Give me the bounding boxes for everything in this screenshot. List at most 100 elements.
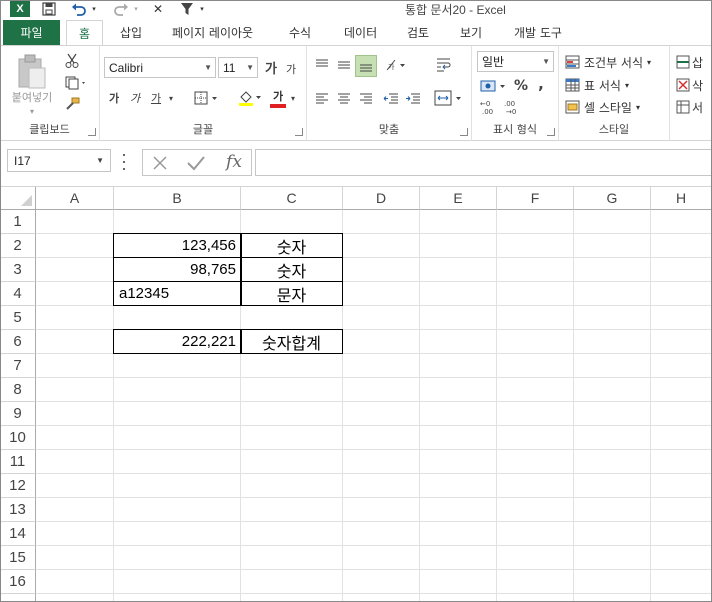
- filter-icon[interactable]: [178, 1, 196, 17]
- undo-icon[interactable]: [68, 1, 90, 17]
- insert-cells-button[interactable]: 삽: [676, 52, 712, 72]
- bold-button[interactable]: 가: [106, 88, 122, 108]
- format-as-table-button[interactable]: 표 서식 ▾: [565, 75, 665, 95]
- comma-style-button[interactable]: ,: [534, 74, 548, 94]
- font-color-dropdown-icon[interactable]: ▾: [288, 90, 298, 106]
- row-header-3[interactable]: 3: [0, 258, 36, 282]
- number-format-combo[interactable]: 일반 ▼: [477, 51, 554, 72]
- format-cells-button[interactable]: 서: [676, 97, 712, 117]
- underline-button[interactable]: 가: [148, 88, 164, 108]
- cell-b4[interactable]: a12345: [113, 281, 242, 306]
- row-header-14[interactable]: 14: [0, 522, 36, 546]
- clipboard-launcher-icon[interactable]: [88, 128, 96, 136]
- row-header-8[interactable]: 8: [0, 378, 36, 402]
- column-header-g[interactable]: G: [574, 187, 651, 210]
- cell-styles-button[interactable]: 셀 스타일 ▾: [565, 97, 665, 117]
- delete-cells-button[interactable]: 삭: [676, 75, 712, 95]
- number-launcher-icon[interactable]: [547, 128, 555, 136]
- align-bottom-icon[interactable]: [355, 55, 377, 77]
- tab-data[interactable]: 데이터: [344, 20, 377, 45]
- column-header-f[interactable]: F: [497, 187, 574, 210]
- borders-icon[interactable]: [192, 88, 222, 108]
- conditional-formatting-button[interactable]: 조건부 서식 ▾: [565, 52, 665, 72]
- row-header-11[interactable]: 11: [0, 450, 36, 474]
- row-header-10[interactable]: 10: [0, 426, 36, 450]
- column-header-h[interactable]: H: [651, 187, 712, 210]
- font-name-combo[interactable]: Calibri ▼: [104, 57, 216, 78]
- column-header-a[interactable]: A: [36, 187, 114, 210]
- redo-dropdown-icon[interactable]: ▾: [132, 1, 140, 17]
- enter-icon[interactable]: [186, 154, 208, 172]
- font-color-button[interactable]: 가: [270, 86, 286, 106]
- italic-button[interactable]: 가: [127, 88, 143, 108]
- tab-review[interactable]: 검토: [407, 20, 429, 45]
- tab-page-layout[interactable]: 페이지 레이아웃: [172, 20, 253, 45]
- paste-icon[interactable]: [14, 52, 50, 92]
- cell-b6[interactable]: 222,221: [113, 329, 242, 354]
- copy-icon[interactable]: [62, 74, 90, 92]
- column-header-b[interactable]: B: [114, 187, 241, 210]
- cell-b3[interactable]: 98,765: [113, 257, 242, 282]
- paste-button[interactable]: 붙여넣기: [4, 90, 60, 104]
- currency-format-icon[interactable]: [478, 76, 510, 96]
- tab-view[interactable]: 보기: [460, 20, 482, 45]
- increase-decimal-icon[interactable]: ←0.00: [478, 98, 500, 116]
- cell-c3[interactable]: 숫자: [240, 257, 343, 282]
- align-right-icon[interactable]: [357, 90, 375, 108]
- row-header-12[interactable]: 12: [0, 474, 36, 498]
- align-top-icon[interactable]: [313, 56, 331, 74]
- row-header-6[interactable]: 6: [0, 330, 36, 354]
- name-box[interactable]: I17 ▼: [7, 149, 111, 172]
- row-header-5[interactable]: 5: [0, 306, 36, 330]
- paste-dropdown-icon[interactable]: ▾: [26, 106, 38, 116]
- cut-icon[interactable]: [62, 52, 82, 70]
- font-launcher-icon[interactable]: [295, 128, 303, 136]
- row-header-1[interactable]: 1: [0, 210, 36, 234]
- align-middle-icon[interactable]: [335, 56, 353, 74]
- tab-home[interactable]: 홈: [66, 20, 104, 45]
- row-header-16[interactable]: 16: [0, 570, 36, 594]
- fill-color-icon[interactable]: [236, 88, 266, 108]
- cell-b2[interactable]: 123,456: [113, 233, 242, 258]
- cell-c6[interactable]: 숫자합계: [240, 329, 343, 354]
- row-header-15[interactable]: 15: [0, 546, 36, 570]
- decrease-decimal-icon[interactable]: .00 →0: [502, 98, 524, 116]
- merge-center-icon[interactable]: [431, 88, 467, 108]
- shrink-font-button[interactable]: 가: [283, 60, 299, 78]
- percent-style-button[interactable]: %: [512, 76, 530, 96]
- column-header-e[interactable]: E: [420, 187, 497, 210]
- cancel-icon[interactable]: [151, 154, 171, 172]
- row-header-7[interactable]: 7: [0, 354, 36, 378]
- increase-indent-icon[interactable]: [403, 90, 423, 108]
- tab-formulas[interactable]: 수식: [289, 20, 311, 45]
- underline-dropdown-icon[interactable]: ▾: [166, 90, 176, 106]
- align-center-icon[interactable]: [335, 90, 353, 108]
- font-size-combo[interactable]: 11 ▼: [218, 57, 258, 78]
- tab-insert[interactable]: 삽입: [120, 20, 142, 45]
- column-header-d[interactable]: D: [343, 187, 420, 210]
- column-header-c[interactable]: C: [241, 187, 343, 210]
- tab-developer[interactable]: 개발 도구: [514, 20, 562, 45]
- formula-input[interactable]: [255, 149, 712, 176]
- row-header-17[interactable]: [0, 594, 36, 602]
- close-glyph-icon[interactable]: ✕: [150, 1, 166, 17]
- row-header-13[interactable]: 13: [0, 498, 36, 522]
- orientation-icon[interactable]: 가: [383, 56, 411, 74]
- row-header-4[interactable]: 4: [0, 282, 36, 306]
- align-left-icon[interactable]: [313, 90, 331, 108]
- qat-customize-icon[interactable]: ▾: [198, 1, 206, 17]
- alignment-launcher-icon[interactable]: [460, 128, 468, 136]
- insert-function-button[interactable]: fx: [221, 151, 247, 173]
- cell-c2[interactable]: 숫자: [240, 233, 343, 258]
- grow-font-button[interactable]: 가: [262, 57, 280, 78]
- row-header-9[interactable]: 9: [0, 402, 36, 426]
- formula-bar-grip-icon[interactable]: [121, 154, 127, 170]
- undo-dropdown-icon[interactable]: ▾: [90, 1, 98, 17]
- decrease-indent-icon[interactable]: [381, 90, 401, 108]
- cell-c4[interactable]: 문자: [240, 281, 343, 306]
- wrap-text-icon[interactable]: [433, 54, 455, 76]
- row-header-2[interactable]: 2: [0, 234, 36, 258]
- select-all-button[interactable]: [0, 187, 36, 210]
- redo-icon[interactable]: [110, 1, 132, 17]
- tab-file[interactable]: 파일: [3, 20, 60, 45]
